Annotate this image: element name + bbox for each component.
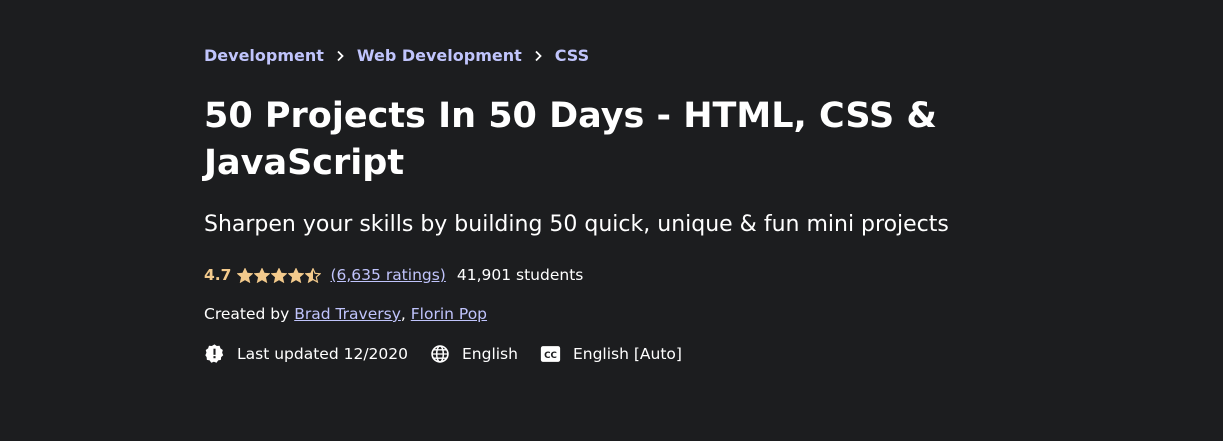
author-link-brad-traversy[interactable]: Brad Traversy xyxy=(294,305,401,323)
chevron-right-icon xyxy=(522,47,555,65)
author-link-florin-pop[interactable]: Florin Pop xyxy=(411,305,487,323)
captions: CC English [Auto] xyxy=(540,345,682,363)
breadcrumb-web-development[interactable]: Web Development xyxy=(357,46,522,65)
svg-text:CC: CC xyxy=(544,350,557,360)
captions-text: English [Auto] xyxy=(572,344,682,363)
course-headline: Sharpen your skills by building 50 quick… xyxy=(204,212,949,237)
author-separator: , xyxy=(400,305,406,323)
last-updated-text: Last updated 12/2020 xyxy=(237,344,408,363)
rating-row: 4.7 (6,635 ratings) 41,901 students xyxy=(204,266,583,284)
language: English xyxy=(430,344,518,364)
star-half-icon xyxy=(305,267,322,283)
breadcrumb-development[interactable]: Development xyxy=(204,46,324,65)
closed-captions-icon: CC xyxy=(540,345,561,362)
last-updated: Last updated 12/2020 xyxy=(204,343,408,364)
globe-icon xyxy=(431,344,449,363)
breadcrumb-css[interactable]: CSS xyxy=(555,46,589,65)
created-by: Created by Brad Traversy, Florin Pop xyxy=(204,305,487,323)
course-title: 50 Projects In 50 Days - HTML, CSS & Jav… xyxy=(204,96,937,183)
star-full-icon xyxy=(288,267,305,283)
star-full-icon xyxy=(271,267,288,283)
star-rating xyxy=(237,267,322,283)
course-meta: Last updated 12/2020 English CC English … xyxy=(204,343,704,364)
created-by-label: Created by xyxy=(204,305,290,323)
ratings-count-link[interactable]: (6,635 ratings) xyxy=(330,266,445,284)
chevron-right-icon xyxy=(324,47,357,65)
language-text: English xyxy=(461,344,518,363)
star-full-icon xyxy=(254,267,271,283)
students-count: 41,901 students xyxy=(456,266,584,284)
alert-badge-icon xyxy=(205,344,224,363)
breadcrumb: Development Web Development CSS xyxy=(204,46,589,65)
rating-value: 4.7 xyxy=(204,266,232,284)
star-full-icon xyxy=(237,267,254,283)
